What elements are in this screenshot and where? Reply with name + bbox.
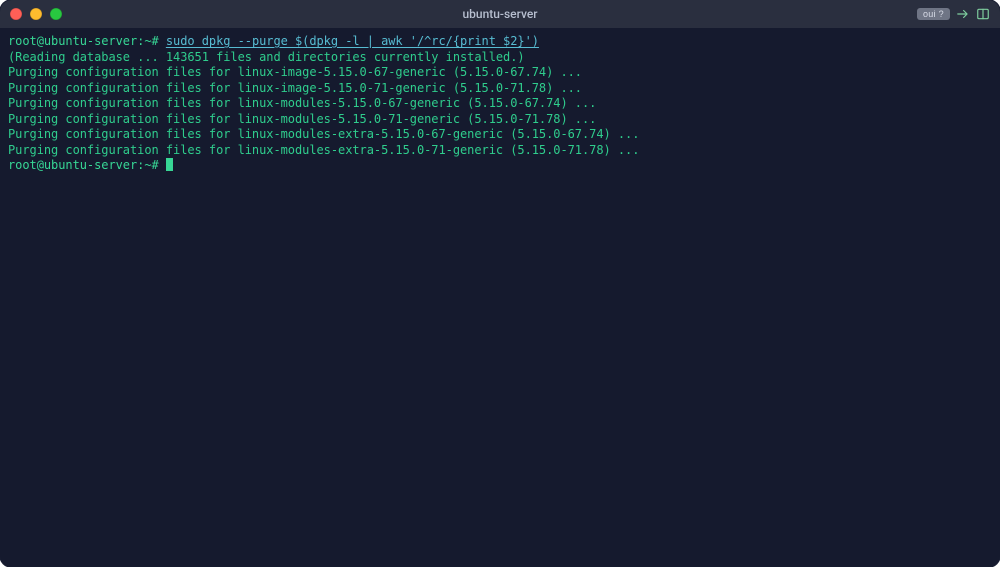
shell-prompt: root@ubuntu-server:~# (8, 158, 166, 172)
titlebar[interactable]: ubuntu-server oui ? (0, 0, 1000, 28)
terminal-window: ubuntu-server oui ? root@ubuntu-server:~… (0, 0, 1000, 567)
maximize-window-button[interactable] (50, 8, 62, 20)
titlebar-actions: oui ? (917, 7, 990, 21)
status-badge: oui ? (917, 8, 950, 20)
output-line: Purging configuration files for linux-mo… (8, 143, 639, 157)
minimize-window-button[interactable] (30, 8, 42, 20)
output-line: Purging configuration files for linux-mo… (8, 127, 639, 141)
entered-command: sudo dpkg --purge $(dpkg -l | awk '/^rc/… (166, 34, 539, 48)
window-title: ubuntu-server (0, 7, 1000, 21)
close-window-button[interactable] (10, 8, 22, 20)
cursor-block (166, 158, 173, 171)
panels-icon[interactable] (976, 7, 990, 21)
terminal-viewport[interactable]: root@ubuntu-server:~# sudo dpkg --purge … (0, 28, 1000, 567)
share-icon[interactable] (956, 7, 970, 21)
output-line: Purging configuration files for linux-im… (8, 65, 582, 79)
window-controls (10, 8, 62, 20)
output-line: (Reading database ... 143651 files and d… (8, 50, 525, 64)
shell-prompt: root@ubuntu-server:~# (8, 34, 166, 48)
output-line: Purging configuration files for linux-mo… (8, 112, 596, 126)
output-line: Purging configuration files for linux-mo… (8, 96, 596, 110)
output-line: Purging configuration files for linux-im… (8, 81, 582, 95)
